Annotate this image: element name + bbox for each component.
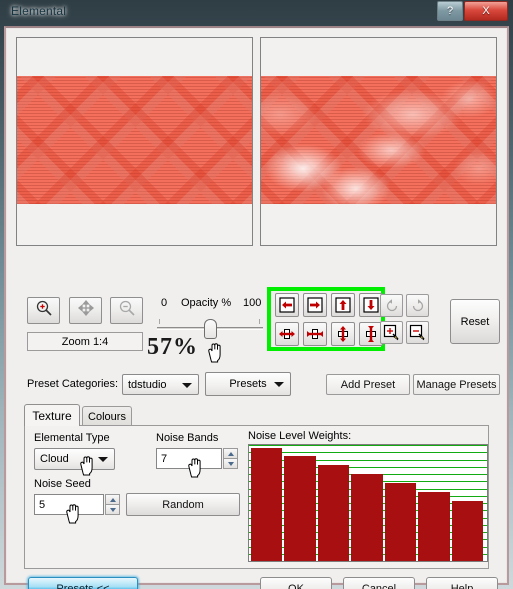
magnifier-plus-icon (35, 299, 53, 322)
opacity-max-label: 100 (243, 297, 262, 309)
stepper-down[interactable] (223, 458, 238, 469)
stepper-down[interactable] (105, 504, 120, 515)
tab-texture[interactable]: Texture (24, 404, 80, 426)
ok-button[interactable]: OK (260, 577, 332, 589)
noise-level-weights-chart[interactable] (248, 444, 488, 562)
noise-bands-input[interactable]: 7 (156, 448, 222, 469)
offset-up-button[interactable] (331, 293, 355, 317)
chart-bar[interactable] (251, 448, 283, 561)
hand-cursor-opacity (205, 340, 225, 369)
dialog-inner: Zoom 1:4 0 Opacity % 100 57% Reset Prese… (9, 31, 504, 589)
close-button[interactable]: X (464, 1, 508, 21)
elemental-type-value: Cloud (40, 453, 69, 465)
original-preview-image (17, 76, 252, 204)
chevron-down-icon (109, 507, 116, 512)
chart-bar[interactable] (384, 483, 417, 561)
expand-horizontal-button[interactable] (275, 322, 299, 346)
opacity-slider-thumb[interactable] (204, 319, 217, 339)
chart-title: Noise Level Weights: (248, 430, 352, 442)
chevron-down-icon (274, 382, 284, 387)
stepper-up[interactable] (105, 494, 120, 504)
elemental-type-label: Elemental Type (34, 432, 110, 444)
presets-dropdown[interactable]: Presets (205, 372, 291, 396)
chart-bar[interactable] (351, 474, 383, 561)
chart-bar[interactable] (317, 464, 350, 561)
noise-seed-label: Noise Seed (34, 478, 91, 490)
presets-dropdown-value: Presets (229, 378, 267, 390)
presets-toggle-button[interactable]: Presets << (28, 577, 138, 589)
result-preview-image (261, 76, 496, 204)
preset-categories-label: Preset Categories: (27, 378, 119, 390)
chart-bar[interactable] (451, 501, 483, 561)
chevron-up-icon (227, 451, 234, 456)
chevron-down-icon (227, 461, 234, 466)
manage-presets-button[interactable]: Manage Presets (413, 374, 500, 395)
help-button-footer[interactable]: Help (426, 577, 498, 589)
add-preset-button[interactable]: Add Preset (326, 374, 410, 395)
preset-category-value: tdstudio (128, 378, 167, 391)
noise-bands-stepper[interactable] (223, 448, 238, 469)
original-preview[interactable] (16, 37, 253, 246)
tab-strip: Texture Colours (24, 404, 489, 426)
elemental-type-dropdown[interactable]: Cloud (34, 448, 115, 470)
opacity-caption: Opacity % (181, 297, 232, 309)
dialog-client-area: Zoom 1:4 0 Opacity % 100 57% Reset Prese… (4, 26, 509, 589)
help-button[interactable]: ? (437, 1, 463, 21)
expand-vertical-button[interactable] (331, 322, 355, 346)
chevron-down-icon (182, 383, 192, 388)
zoom-out-button[interactable] (110, 297, 143, 324)
opacity-value-display: 57% (147, 334, 198, 360)
pan-button[interactable] (69, 297, 102, 324)
random-button[interactable]: Random (126, 493, 240, 516)
magnifier-minus-icon (118, 299, 136, 322)
preview-zoom-in-button[interactable] (380, 321, 403, 344)
offset-left-button[interactable] (275, 293, 299, 317)
result-preview[interactable] (260, 37, 497, 246)
title-bar[interactable]: Elemental ? X (0, 0, 513, 26)
rotate-right-button[interactable] (406, 294, 429, 317)
plaid-pattern (17, 76, 252, 204)
reset-button[interactable]: Reset (450, 299, 500, 344)
tab-colours[interactable]: Colours (82, 406, 132, 426)
noise-seed-input[interactable]: 5 (34, 494, 104, 515)
offset-right-button[interactable] (303, 293, 327, 317)
rotate-left-button[interactable] (380, 294, 403, 317)
cancel-button[interactable]: Cancel (343, 577, 415, 589)
preset-category-dropdown[interactable]: tdstudio (122, 374, 199, 395)
cloud-noise-overlay (261, 76, 496, 204)
pan-move-icon (77, 299, 94, 321)
opacity-tick-right (259, 319, 260, 324)
chevron-down-icon (98, 457, 108, 462)
caption-button-group: ? X (437, 1, 508, 21)
zoom-level-label: Zoom 1:4 (27, 332, 143, 351)
opacity-min-label: 0 (161, 297, 168, 309)
window-title: Elemental (11, 4, 67, 18)
noise-bands-label: Noise Bands (156, 432, 219, 444)
contract-horizontal-button[interactable] (303, 322, 327, 346)
chart-bar[interactable] (284, 455, 316, 561)
chart-bars (249, 445, 487, 561)
elemental-dialog: Elemental ? X Zoom 1:4 0 Opacity % 100 5… (0, 0, 513, 589)
opacity-tick-left (159, 319, 160, 324)
gridline (249, 561, 487, 562)
noise-seed-stepper[interactable] (105, 494, 120, 515)
preview-zoom-out-button[interactable] (406, 321, 429, 344)
chart-bar[interactable] (418, 492, 450, 561)
zoom-in-button[interactable] (27, 297, 60, 324)
stepper-up[interactable] (223, 448, 238, 458)
chevron-up-icon (109, 497, 116, 502)
